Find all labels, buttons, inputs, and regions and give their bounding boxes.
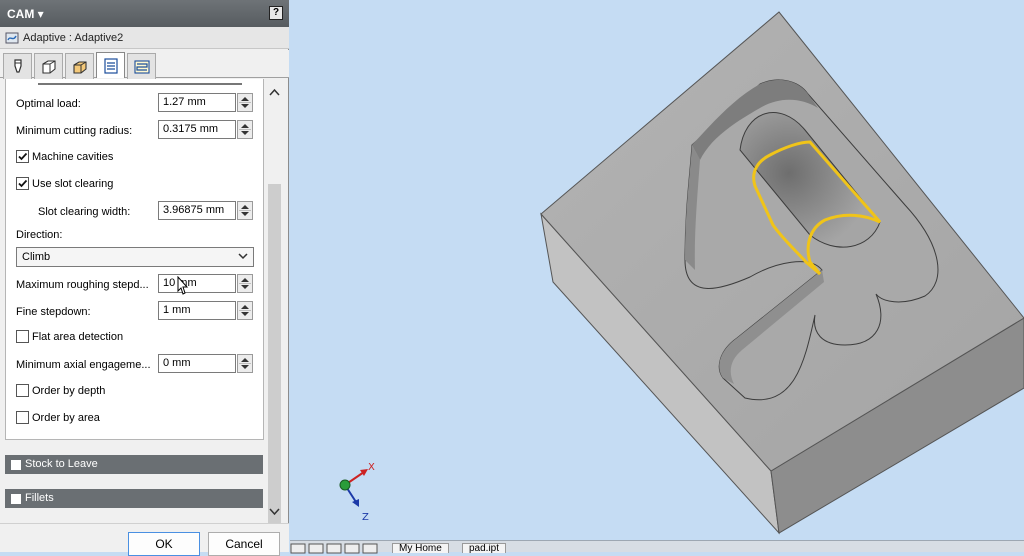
slot-clearing-width-input[interactable]: 3.96875 mm (158, 201, 236, 220)
tile-windows-icon[interactable] (290, 542, 390, 554)
flat-area-detection-label: Flat area detection (32, 331, 124, 343)
operation-tabs (0, 50, 289, 79)
max-roughing-stepdown-label: Maximum roughing stepd... (16, 279, 149, 291)
stock-to-leave-section[interactable]: Stock to Leave (5, 455, 263, 474)
ok-button[interactable]: OK (128, 532, 200, 556)
passes-icon (103, 57, 118, 74)
graphics-viewport[interactable]: X Z (290, 0, 1024, 540)
cam-panel-title[interactable]: CAM ▾ (7, 7, 44, 21)
min-axial-engagement-input[interactable]: 0 mm (158, 354, 236, 373)
dialog-buttons: OK Cancel (0, 523, 289, 556)
order-by-area-label: Order by area (32, 412, 100, 424)
stock-to-leave-title: Stock to Leave (25, 458, 98, 470)
slot-clearing-width-spinner[interactable] (237, 201, 253, 220)
view-triad[interactable]: X Z (334, 458, 394, 528)
heights-tab[interactable] (65, 53, 94, 79)
help-icon[interactable]: ? (269, 6, 283, 20)
passes-tab[interactable] (96, 52, 125, 78)
order-by-depth-checkbox[interactable] (16, 384, 29, 397)
tool-tab[interactable] (3, 53, 32, 79)
direction-label: Direction: (16, 229, 63, 241)
use-slot-clearing-checkbox[interactable] (16, 177, 29, 190)
chevron-down-icon (238, 253, 248, 260)
scroll-down-icon[interactable] (266, 503, 283, 519)
min-axial-engagement-label: Minimum axial engageme... (16, 359, 151, 371)
min-cutting-radius-label: Minimum cutting radius: (16, 125, 133, 137)
section-toggle-icon[interactable] (11, 494, 21, 504)
scrollbar-thumb[interactable] (268, 184, 281, 539)
direction-dropdown[interactable]: Climb (16, 247, 254, 267)
fine-stepdown-label: Fine stepdown: (16, 306, 91, 318)
adaptive-operation-icon (5, 32, 19, 44)
section-toggle-icon[interactable] (11, 460, 21, 470)
optimal-load-input[interactable]: 1.27 mm (158, 93, 236, 112)
max-roughing-stepdown-spinner[interactable] (237, 274, 253, 293)
max-roughing-stepdown-input[interactable]: 10 mm (158, 274, 236, 293)
x-axis-label: X (368, 462, 375, 473)
min-axial-engagement-spinner[interactable] (237, 354, 253, 373)
use-slot-clearing-label: Use slot clearing (32, 178, 114, 190)
machine-cavities-checkbox[interactable] (16, 150, 29, 163)
linking-icon (133, 59, 150, 74)
collapsed-field-edge (38, 83, 242, 85)
cam-panel-header[interactable]: CAM ▾ ? (0, 0, 289, 27)
cancel-button[interactable]: Cancel (208, 532, 280, 556)
machine-cavities-label: Machine cavities (32, 151, 114, 163)
scroll-up-icon[interactable] (266, 85, 283, 101)
geometry-tab[interactable] (34, 53, 63, 79)
operation-title: Adaptive : Adaptive2 (23, 32, 124, 44)
fillets-section[interactable]: Fillets (5, 489, 263, 508)
tool-icon (13, 58, 22, 73)
direction-value: Climb (22, 251, 51, 263)
min-cutting-radius-spinner[interactable] (237, 120, 253, 139)
check-icon (18, 179, 28, 188)
form-scrollbar[interactable] (266, 79, 283, 539)
cam-browser-panel: CAM ▾ ? Adaptive : Adaptive2 Optimal loa… (0, 0, 289, 556)
passes-form: Optimal load: 1.27 mm Minimum cutting ra… (5, 79, 264, 440)
text-cursor-icon (177, 276, 189, 295)
operation-title-row: Adaptive : Adaptive2 (0, 27, 289, 49)
optimal-load-label: Optimal load: (16, 98, 81, 110)
part-model[interactable] (290, 0, 1024, 540)
fine-stepdown-input[interactable]: 1 mm (158, 301, 236, 320)
document-tab-bar: My Home pad.ipt (290, 540, 1024, 554)
slot-clearing-width-label: Slot clearing width: (38, 206, 131, 218)
fillets-title: Fillets (25, 492, 54, 504)
fine-stepdown-spinner[interactable] (237, 301, 253, 320)
min-cutting-radius-input[interactable]: 0.3175 mm (158, 120, 236, 139)
flat-area-detection-checkbox[interactable] (16, 330, 29, 343)
check-icon (18, 152, 28, 161)
order-by-area-checkbox[interactable] (16, 411, 29, 424)
optimal-load-spinner[interactable] (237, 93, 253, 112)
order-by-depth-label: Order by depth (32, 385, 106, 397)
z-axis-label: Z (362, 512, 369, 523)
heights-icon (72, 60, 87, 74)
linking-tab[interactable] (127, 53, 156, 79)
geometry-icon (41, 59, 56, 74)
